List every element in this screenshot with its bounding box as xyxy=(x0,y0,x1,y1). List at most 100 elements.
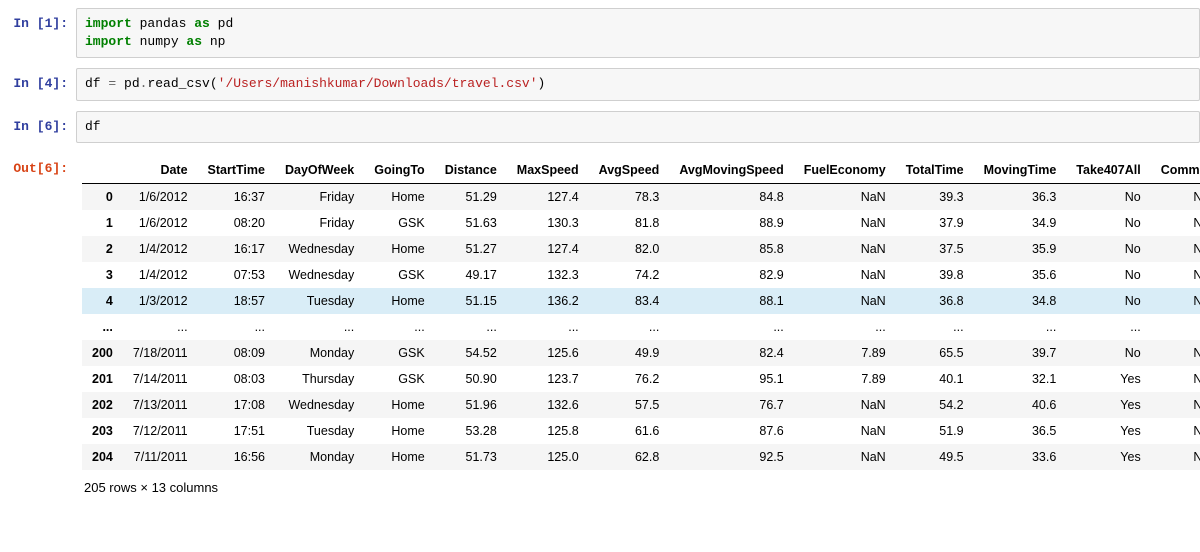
cell: 74.2 xyxy=(589,262,670,288)
cell: 51.15 xyxy=(435,288,507,314)
cell: 78.3 xyxy=(589,183,670,210)
column-header: Take407All xyxy=(1066,157,1150,184)
cell: 95.1 xyxy=(669,366,793,392)
cell: 7/18/2011 xyxy=(123,340,198,366)
row-index: 2 xyxy=(82,236,123,262)
cell: NaN xyxy=(1151,418,1200,444)
prompt-in-label: In [ xyxy=(13,16,44,31)
cell: 127.4 xyxy=(507,183,589,210)
column-header: DayOfWeek xyxy=(275,157,364,184)
cell: 39.8 xyxy=(896,262,974,288)
cell: NaN xyxy=(1151,444,1200,470)
cell: 37.5 xyxy=(896,236,974,262)
cell: ... xyxy=(589,314,670,340)
table-row: 2037/12/201117:51TuesdayHome53.28125.861… xyxy=(82,418,1200,444)
column-header: MaxSpeed xyxy=(507,157,589,184)
cell: Friday xyxy=(275,183,364,210)
cell: Monday xyxy=(275,444,364,470)
cell: 87.6 xyxy=(669,418,793,444)
cell: 125.0 xyxy=(507,444,589,470)
cell: NaN xyxy=(1151,392,1200,418)
cell: 51.96 xyxy=(435,392,507,418)
cell: 40.6 xyxy=(974,392,1067,418)
cell: 1/6/2012 xyxy=(123,210,198,236)
cell: GSK xyxy=(364,340,434,366)
table-row: 2017/14/201108:03ThursdayGSK50.90123.776… xyxy=(82,366,1200,392)
cell: ... xyxy=(198,314,275,340)
table-row: 2007/18/201108:09MondayGSK54.52125.649.9… xyxy=(82,340,1200,366)
cell: Monday xyxy=(275,340,364,366)
code-input[interactable]: df xyxy=(76,111,1200,143)
code-input[interactable]: df = pd.read_csv('/Users/manishkumar/Dow… xyxy=(76,68,1200,100)
prompt-close: ]: xyxy=(52,161,68,176)
cell: NaN xyxy=(1151,288,1200,314)
cell: 33.6 xyxy=(974,444,1067,470)
output-prompt: Out[6]: xyxy=(0,153,76,495)
cell: 51.29 xyxy=(435,183,507,210)
column-header: GoingTo xyxy=(364,157,434,184)
cell: No xyxy=(1066,262,1150,288)
cell: 35.9 xyxy=(974,236,1067,262)
cell: 34.9 xyxy=(974,210,1067,236)
code-line: import pandas as pd xyxy=(85,15,1191,33)
cell: Thursday xyxy=(275,366,364,392)
cell: 125.6 xyxy=(507,340,589,366)
cell: 132.6 xyxy=(507,392,589,418)
cell: Yes xyxy=(1066,444,1150,470)
dataframe-caption: 205 rows × 13 columns xyxy=(82,470,1200,495)
cell: NaN xyxy=(794,236,896,262)
cell: 16:37 xyxy=(198,183,275,210)
cell: 92.5 xyxy=(669,444,793,470)
cell: 32.1 xyxy=(974,366,1067,392)
cell: 132.3 xyxy=(507,262,589,288)
cell: 39.7 xyxy=(974,340,1067,366)
cell: 49.9 xyxy=(589,340,670,366)
code-cell-1: In [1]: import pandas as pd import numpy… xyxy=(0,8,1200,68)
cell: 08:03 xyxy=(198,366,275,392)
cell: ... xyxy=(123,314,198,340)
cell: 39.3 xyxy=(896,183,974,210)
cell: 37.9 xyxy=(896,210,974,236)
cell: 7/13/2011 xyxy=(123,392,198,418)
cell: 62.8 xyxy=(589,444,670,470)
column-header: StartTime xyxy=(198,157,275,184)
prompt-out-label: Out[ xyxy=(13,161,44,176)
column-header: AvgMovingSpeed xyxy=(669,157,793,184)
cell: 16:56 xyxy=(198,444,275,470)
input-prompt: In [1]: xyxy=(0,8,76,68)
cell: 127.4 xyxy=(507,236,589,262)
cell: 81.8 xyxy=(589,210,670,236)
cell: NaN xyxy=(1151,262,1200,288)
cell: NaN xyxy=(1151,210,1200,236)
cell: 35.6 xyxy=(974,262,1067,288)
cell: ... xyxy=(669,314,793,340)
cell: 130.3 xyxy=(507,210,589,236)
cell: ... xyxy=(364,314,434,340)
column-header: Distance xyxy=(435,157,507,184)
column-header: FuelEconomy xyxy=(794,157,896,184)
cell: NaN xyxy=(794,418,896,444)
cell: Tuesday xyxy=(275,418,364,444)
cell: NaN xyxy=(1151,183,1200,210)
cell: 50.90 xyxy=(435,366,507,392)
table-row: 11/6/201208:20FridayGSK51.63130.381.888.… xyxy=(82,210,1200,236)
cell: 82.0 xyxy=(589,236,670,262)
cell: ... xyxy=(507,314,589,340)
cell: 49.17 xyxy=(435,262,507,288)
prompt-in-label: In [ xyxy=(13,76,44,91)
row-index: 4 xyxy=(82,288,123,314)
cell: 125.8 xyxy=(507,418,589,444)
cell: 36.3 xyxy=(974,183,1067,210)
cell: NaN xyxy=(1151,366,1200,392)
cell: 123.7 xyxy=(507,366,589,392)
cell: 88.9 xyxy=(669,210,793,236)
cell: 18:57 xyxy=(198,288,275,314)
code-line: df = pd.read_csv('/Users/manishkumar/Dow… xyxy=(85,75,1191,93)
cell: No xyxy=(1066,210,1150,236)
cell: Yes xyxy=(1066,366,1150,392)
column-header xyxy=(82,157,123,184)
code-input[interactable]: import pandas as pd import numpy as np xyxy=(76,8,1200,58)
code-line: df xyxy=(85,118,1191,136)
cell: 7/12/2011 xyxy=(123,418,198,444)
cell: GSK xyxy=(364,262,434,288)
